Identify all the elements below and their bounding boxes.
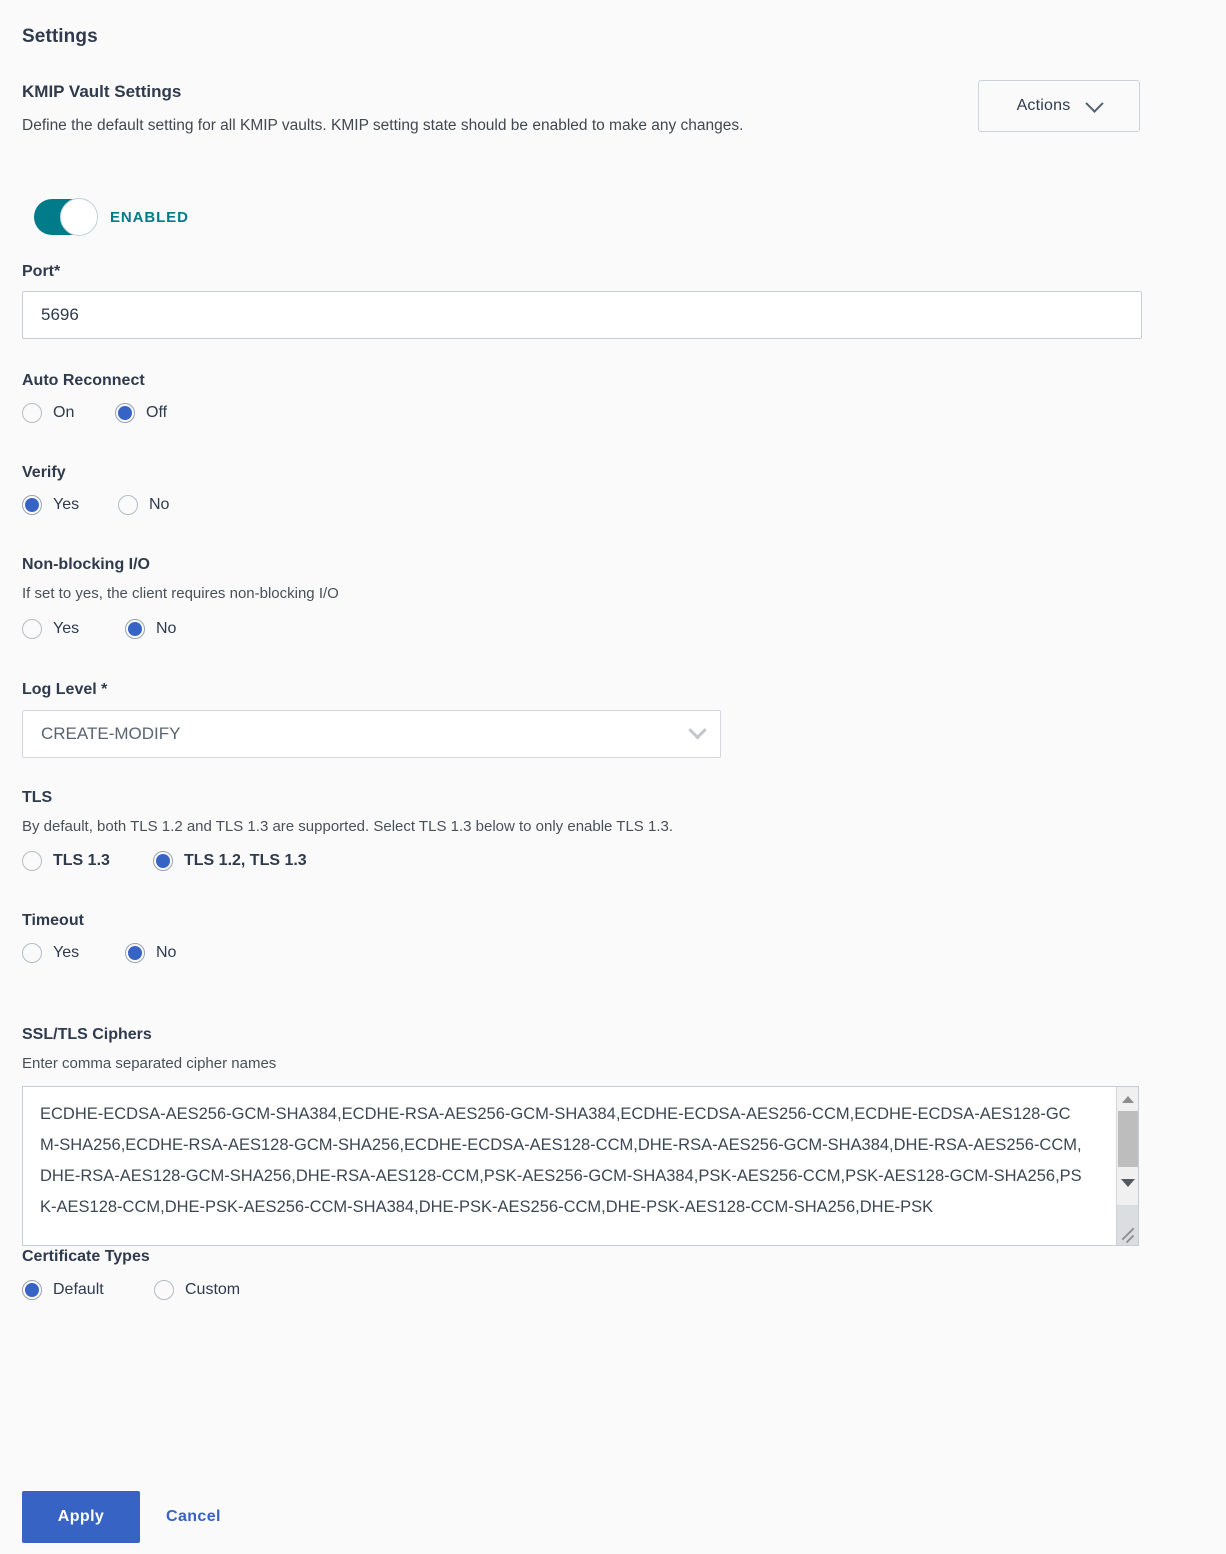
actions-button-label: Actions: [1016, 97, 1071, 114]
certificate-types-label: Certificate Types: [22, 1248, 150, 1265]
port-input[interactable]: [22, 291, 1142, 339]
chevron-down-icon: [688, 720, 707, 739]
tls-help: By default, both TLS 1.2 and TLS 1.3 are…: [22, 818, 673, 835]
verify-radio-group: Yes No: [22, 495, 169, 515]
tls-option-12-13-label: TLS 1.2, TLS 1.3: [184, 852, 307, 869]
verify-option-no[interactable]: No: [118, 495, 169, 515]
radio-icon: [22, 619, 42, 639]
certificate-types-option-custom-label: Custom: [185, 1281, 241, 1298]
auto-reconnect-option-on-label: On: [53, 404, 75, 421]
tls-option-13-label: TLS 1.3: [53, 852, 110, 869]
radio-icon: [118, 495, 138, 515]
log-level-select[interactable]: CREATE-MODIFY: [22, 710, 721, 758]
timeout-option-yes-label: Yes: [53, 944, 80, 961]
radio-icon: [125, 619, 145, 639]
radio-icon: [22, 851, 42, 871]
tls-radio-group: TLS 1.3 TLS 1.2, TLS 1.3: [22, 851, 307, 871]
auto-reconnect-option-off-label: Off: [146, 404, 168, 421]
ciphers-textarea[interactable]: ECDHE-ECDSA-AES256-GCM-SHA384,ECDHE-RSA-…: [22, 1086, 1139, 1246]
tls-option-13[interactable]: TLS 1.3: [22, 851, 153, 871]
scrollbar-thumb[interactable]: [1118, 1111, 1138, 1167]
non-blocking-io-option-yes[interactable]: Yes: [22, 619, 125, 639]
verify-option-yes[interactable]: Yes: [22, 495, 118, 515]
timeout-radio-group: Yes No: [22, 943, 176, 963]
tls-option-12-13[interactable]: TLS 1.2, TLS 1.3: [153, 851, 307, 871]
actions-button[interactable]: Actions: [978, 80, 1140, 132]
ciphers-help: Enter comma separated cipher names: [22, 1055, 277, 1072]
port-required-marker: *: [54, 263, 61, 280]
certificate-types-radio-group: Default Custom: [22, 1280, 240, 1300]
radio-icon: [22, 1280, 42, 1300]
section-description: Define the default setting for all KMIP …: [22, 117, 744, 134]
toggle-knob: [60, 198, 98, 236]
certificate-types-option-default[interactable]: Default: [22, 1280, 154, 1300]
auto-reconnect-label: Auto Reconnect: [22, 372, 145, 389]
apply-button[interactable]: Apply: [22, 1491, 140, 1543]
timeout-option-no-label: No: [156, 944, 177, 961]
non-blocking-io-help: If set to yes, the client requires non-b…: [22, 585, 339, 602]
verify-label: Verify: [22, 464, 66, 481]
page-title: Settings: [22, 26, 98, 47]
chevron-down-icon: [1085, 93, 1105, 113]
verify-option-no-label: No: [149, 496, 170, 513]
non-blocking-io-option-no-label: No: [156, 620, 177, 637]
settings-page: Settings KMIP Vault Settings Define the …: [0, 0, 1226, 1554]
auto-reconnect-radio-group: On Off: [22, 403, 167, 423]
toggle-state-label: ENABLED: [110, 208, 189, 226]
ciphers-textarea-value: ECDHE-ECDSA-AES256-GCM-SHA384,ECDHE-RSA-…: [40, 1105, 1082, 1216]
radio-icon: [22, 943, 42, 963]
port-label-text: Port: [22, 263, 54, 280]
verify-option-yes-label: Yes: [53, 496, 80, 513]
radio-icon: [22, 495, 42, 515]
radio-icon: [125, 943, 145, 963]
non-blocking-io-radio-group: Yes No: [22, 619, 176, 639]
non-blocking-io-option-yes-label: Yes: [53, 620, 80, 637]
non-blocking-io-label: Non-blocking I/O: [22, 556, 150, 573]
port-label: Port*: [22, 263, 60, 281]
auto-reconnect-option-off[interactable]: Off: [115, 403, 167, 423]
radio-icon: [115, 403, 135, 423]
section-heading: KMIP Vault Settings: [22, 82, 182, 101]
radio-icon: [154, 1280, 174, 1300]
radio-icon: [153, 851, 173, 871]
timeout-option-no[interactable]: No: [125, 943, 176, 963]
radio-icon: [22, 403, 42, 423]
cancel-button[interactable]: Cancel: [160, 1491, 260, 1543]
kmip-enable-toggle-row: ENABLED: [34, 198, 189, 236]
resize-handle-icon[interactable]: [1116, 1205, 1138, 1245]
tls-label: TLS: [22, 789, 53, 806]
scroll-up-icon[interactable]: [1117, 1089, 1138, 1109]
auto-reconnect-option-on[interactable]: On: [22, 403, 115, 423]
timeout-label: Timeout: [22, 912, 84, 929]
ciphers-label: SSL/TLS Ciphers: [22, 1026, 152, 1043]
non-blocking-io-option-no[interactable]: No: [125, 619, 176, 639]
kmip-enable-toggle[interactable]: [34, 198, 98, 236]
certificate-types-option-custom[interactable]: Custom: [154, 1280, 240, 1300]
log-level-label: Log Level *: [22, 681, 108, 698]
scroll-down-icon[interactable]: [1117, 1173, 1138, 1193]
log-level-selected-value: CREATE-MODIFY: [41, 724, 181, 743]
timeout-option-yes[interactable]: Yes: [22, 943, 125, 963]
certificate-types-option-default-label: Default: [53, 1281, 104, 1298]
